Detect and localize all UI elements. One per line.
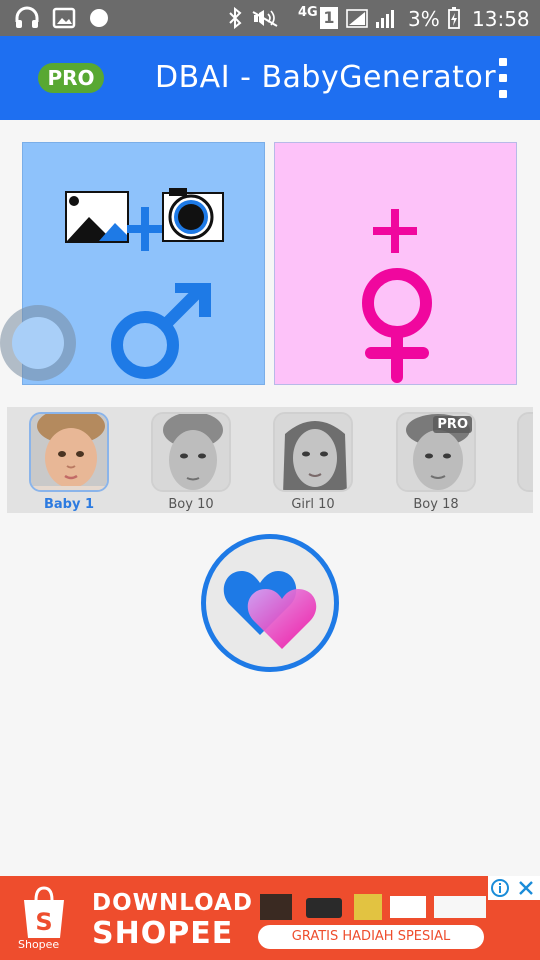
mute-icon xyxy=(252,10,278,27)
sim-slot-badge: 1 xyxy=(320,7,338,29)
teen-boy-face-thumbnail: PRO xyxy=(396,412,476,492)
signal-strength-icon xyxy=(346,9,368,28)
girl-face-thumbnail xyxy=(273,412,353,492)
battery-charging-icon xyxy=(448,7,460,29)
app-title: DBAI - BabyGenerator xyxy=(155,60,497,95)
model-item[interactable]: PRO Boy 18 xyxy=(376,407,486,513)
headphones-icon xyxy=(15,6,39,28)
partial-face-thumbnail xyxy=(517,412,533,492)
clock: 13:58 xyxy=(472,7,530,31)
baby-face-thumbnail xyxy=(29,412,109,492)
baby-model-carousel[interactable]: Baby 1 Boy 10 Girl 10 PRO Boy 18 xyxy=(7,407,533,513)
ad-headline-2: SHOPEE xyxy=(92,916,234,951)
signal-bars-icon xyxy=(376,10,394,28)
battery-percentage: 3% xyxy=(408,7,440,31)
pro-upgrade-button[interactable]: PRO xyxy=(38,63,104,93)
pro-tag: PRO xyxy=(433,416,472,433)
model-label: Boy 10 xyxy=(168,497,214,512)
model-item[interactable]: Baby 1 xyxy=(9,407,119,513)
camera-icon xyxy=(162,188,224,242)
ad-close-icon[interactable] xyxy=(516,878,536,898)
svg-text:S: S xyxy=(35,908,52,936)
ad-product-images xyxy=(260,894,486,920)
model-item[interactable] xyxy=(497,407,533,513)
generate-baby-button[interactable] xyxy=(201,534,339,672)
model-label: Girl 10 xyxy=(291,497,335,512)
model-label: Baby 1 xyxy=(43,497,95,512)
boy-face-thumbnail xyxy=(151,412,231,492)
status-bar: 4G 1 3% 13:58 xyxy=(0,0,540,36)
plus-icon xyxy=(373,209,417,253)
ad-brand-label: Shopee xyxy=(18,938,60,951)
ad-banner[interactable]: S Shopee DOWNLOAD SHOPEE GRATIS HADIAH S… xyxy=(0,876,540,960)
network-type-label: 4G xyxy=(298,5,318,20)
female-symbol-icon xyxy=(362,268,432,383)
gallery-icon xyxy=(65,191,129,243)
ad-info-icon[interactable] xyxy=(490,878,510,898)
image-icon xyxy=(52,7,76,29)
ad-headline-1: DOWNLOAD xyxy=(92,890,253,916)
model-item[interactable]: Boy 10 xyxy=(131,407,241,513)
model-item[interactable]: Girl 10 xyxy=(253,407,363,513)
ad-cta-button[interactable]: GRATIS HADIAH SPESIAL xyxy=(258,925,484,949)
app-bar: PRO DBAI - BabyGenerator xyxy=(0,36,540,120)
male-symbol-icon xyxy=(111,283,211,379)
mother-photo-tile[interactable] xyxy=(274,142,517,385)
bluetooth-icon xyxy=(229,6,242,30)
model-label: Boy 18 xyxy=(413,497,459,512)
ad-controls xyxy=(488,876,540,900)
circle-icon xyxy=(90,9,108,27)
touch-indicator xyxy=(0,305,76,381)
overflow-menu-button[interactable] xyxy=(490,56,516,100)
plus-icon xyxy=(127,207,163,251)
hearts-icon xyxy=(223,571,317,649)
